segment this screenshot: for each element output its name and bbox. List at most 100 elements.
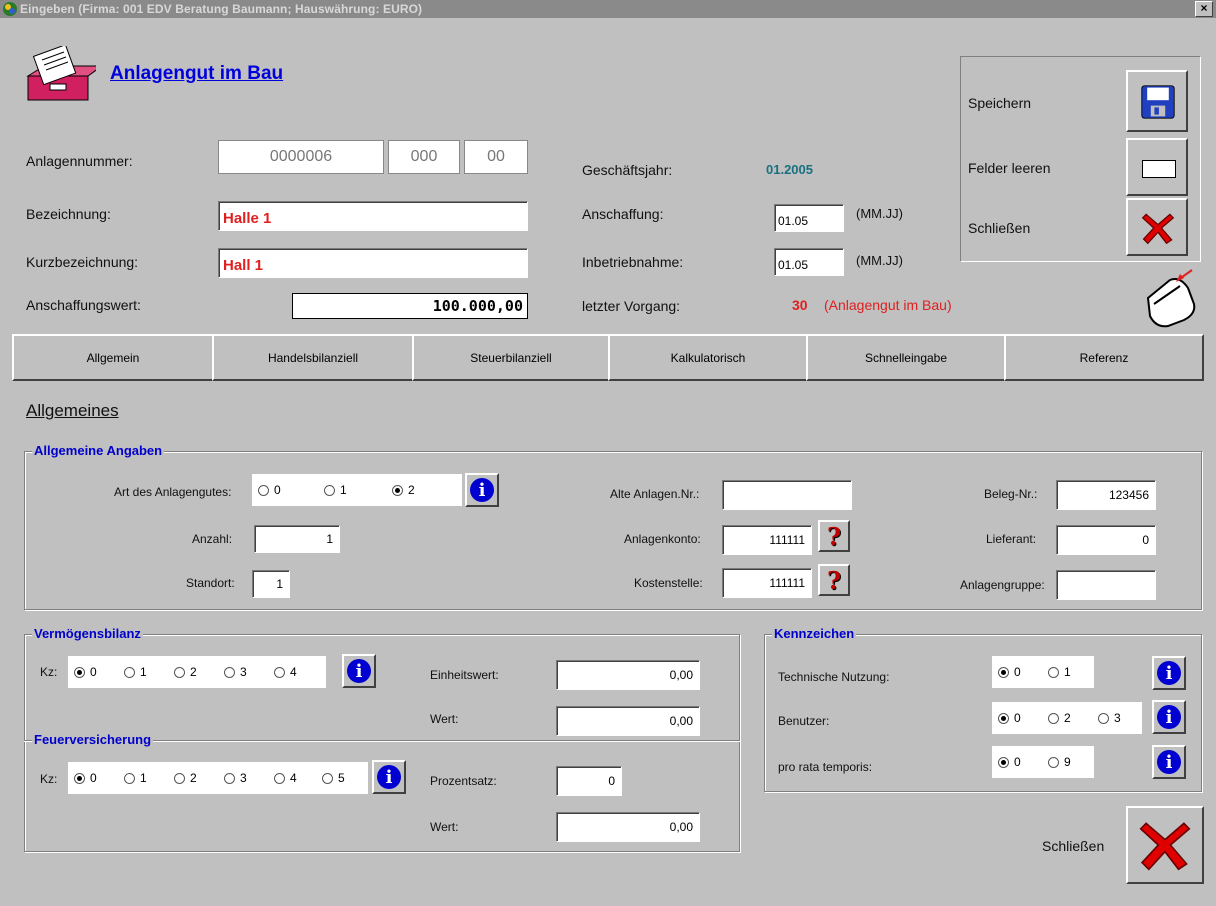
tab-schnelleingabe[interactable]: Schnelleingabe	[806, 334, 1006, 381]
section-title: Allgemeines	[26, 401, 119, 420]
standort-label: Standort:	[186, 576, 235, 590]
vermoegen-kz-radio-3[interactable]: 3	[224, 665, 247, 679]
footer-schliessen-label: Schließen	[1042, 838, 1105, 854]
tab-referenz[interactable]: Referenz	[1004, 334, 1204, 381]
anschaffung-input[interactable]: 01.05	[774, 204, 844, 232]
benutzer-label: Benutzer:	[778, 714, 830, 728]
vermoegen-kz-radio-0[interactable]: 0	[74, 665, 97, 679]
tab-handelsbilanziell[interactable]: Handelsbilanziell	[212, 334, 414, 381]
feuerversicherung-legend: Feuerversicherung	[32, 732, 154, 747]
technische-nutzung-info-button[interactable]: i	[1152, 656, 1186, 690]
alte-anlagen-input[interactable]	[722, 480, 852, 510]
feuer-kz-radio-2[interactable]: 2	[174, 771, 197, 785]
inbetriebnahme-input[interactable]: 01.05	[774, 248, 844, 276]
anlagennummer-field-2[interactable]: 000	[388, 140, 460, 174]
kennzeichen-legend: Kennzeichen	[772, 626, 857, 641]
kostenstelle-label: Kostenstelle:	[634, 576, 703, 590]
footer-close-button[interactable]	[1126, 806, 1204, 884]
anschaffungswert-label: Anschaffungswert:	[26, 297, 141, 313]
beleg-input[interactable]: 123456	[1056, 480, 1156, 510]
benutzer-info-button[interactable]: i	[1152, 700, 1186, 734]
art-info-button[interactable]: i	[465, 473, 499, 507]
anschaffungswert-input[interactable]: 100.000,00	[292, 293, 528, 319]
feuer-kz-label: Kz:	[40, 772, 58, 786]
speichern-label: Speichern	[968, 95, 1032, 111]
geschaeftsjahr-label: Geschäftsjahr:	[582, 162, 673, 178]
bezeichnung-label: Bezeichnung:	[26, 206, 111, 222]
question-mark-icon: ?	[826, 521, 842, 551]
app-icon	[3, 2, 17, 16]
letzter-vorgang-label: letzter Vorgang:	[582, 298, 681, 314]
kostenstelle-lookup-button[interactable]: ?	[818, 564, 850, 596]
info-icon: i	[1157, 661, 1181, 685]
art-radio-1[interactable]: 1	[324, 483, 347, 497]
technische-nutzung-radio-1[interactable]: 1	[1048, 665, 1071, 679]
inbetriebnahme-label: Inbetriebnahme:	[582, 254, 684, 270]
anlagengruppe-label: Anlagengruppe:	[960, 578, 1045, 592]
title-bar: Eingeben (Firma: 001 EDV Beratung Bauman…	[0, 0, 1216, 18]
benutzer-radio-0[interactable]: 0	[998, 711, 1021, 725]
pro-rata-info-button[interactable]: i	[1152, 745, 1186, 779]
anlagengruppe-input[interactable]	[1056, 570, 1156, 600]
vermoegen-kz-radio-4[interactable]: 4	[274, 665, 297, 679]
benutzer-radio-2[interactable]: 2	[1048, 711, 1071, 725]
benutzer-radio-3[interactable]: 3	[1098, 711, 1121, 725]
anzahl-label: Anzahl:	[192, 532, 233, 546]
clear-fields-button[interactable]	[1126, 138, 1188, 196]
art-radio-group: 0 1 2	[252, 474, 462, 506]
vermoegen-wert-input[interactable]: 0,00	[556, 706, 700, 736]
standort-input[interactable]: 1	[252, 570, 290, 598]
kurzbezeichnung-label: Kurzbezeichnung:	[26, 254, 139, 270]
vermoegen-kz-radio-1[interactable]: 1	[124, 665, 147, 679]
kurzbezeichnung-input[interactable]: Hall 1	[218, 248, 528, 278]
alte-anlagen-label: Alte Anlagen.Nr.:	[610, 487, 700, 501]
pro-rata-radio-9[interactable]: 9	[1048, 755, 1071, 769]
anschaffung-format-hint: (MM.JJ)	[856, 206, 903, 221]
window-close-button[interactable]: ×	[1195, 1, 1213, 17]
lieferant-input[interactable]: 0	[1056, 525, 1156, 555]
anlagennummer-field-3[interactable]: 00	[464, 140, 528, 174]
anlagennummer-field-1[interactable]: 0000006	[218, 140, 384, 174]
feuer-kz-radio-1[interactable]: 1	[124, 771, 147, 785]
floppy-disk-icon	[1141, 85, 1175, 119]
feuer-kz-radio-group: 0 1 2 3 4 5	[68, 762, 368, 794]
feuer-kz-radio-0[interactable]: 0	[74, 771, 97, 785]
page-title: Anlagengut im Bau	[110, 63, 284, 84]
bezeichnung-input[interactable]: Halle 1	[218, 201, 528, 231]
pro-rata-radio-0[interactable]: 0	[998, 755, 1021, 769]
close-button[interactable]	[1126, 198, 1188, 256]
inbetriebnahme-format-hint: (MM.JJ)	[856, 253, 903, 268]
vermoegen-kz-radio-2[interactable]: 2	[174, 665, 197, 679]
anlagennummer-label: Anlagennummer:	[26, 153, 133, 169]
tab-allgemein[interactable]: Allgemein	[12, 334, 214, 381]
feuer-kz-radio-5[interactable]: 5	[322, 771, 345, 785]
lieferant-label: Lieferant:	[986, 532, 1037, 546]
anlagenkonto-input[interactable]: 111111	[722, 525, 812, 555]
feuer-wert-input[interactable]: 0,00	[556, 812, 700, 842]
save-button[interactable]	[1126, 70, 1188, 132]
vermoegen-info-button[interactable]: i	[342, 654, 376, 688]
art-label: Art des Anlagengutes:	[114, 485, 232, 499]
feuer-kz-radio-4[interactable]: 4	[274, 771, 297, 785]
kostenstelle-input[interactable]: 111111	[722, 568, 812, 598]
einheitswert-label: Einheitswert:	[430, 668, 499, 682]
anzahl-input[interactable]: 1	[254, 525, 340, 553]
info-icon: i	[377, 765, 401, 789]
mouse-icon	[1146, 269, 1196, 328]
red-x-icon	[1141, 213, 1175, 245]
technische-nutzung-radio-0[interactable]: 0	[998, 665, 1021, 679]
art-radio-2[interactable]: 2	[392, 483, 415, 497]
art-radio-0[interactable]: 0	[258, 483, 281, 497]
feuer-kz-radio-3[interactable]: 3	[224, 771, 247, 785]
benutzer-radio-group: 0 2 3	[992, 702, 1142, 734]
bezeichnung-value: Halle 1	[223, 210, 272, 227]
prozentsatz-input[interactable]: 0	[556, 766, 622, 796]
vermoegensbilanz-legend: Vermögensbilanz	[32, 626, 143, 641]
vermoegen-wert-label: Wert:	[430, 712, 459, 726]
feuer-info-button[interactable]: i	[372, 760, 406, 794]
anlagenkonto-lookup-button[interactable]: ?	[818, 520, 850, 552]
einheitswert-input[interactable]: 0,00	[556, 660, 700, 690]
tab-kalkulatorisch[interactable]: Kalkulatorisch	[608, 334, 808, 381]
info-icon: i	[1157, 705, 1181, 729]
tab-steuerbilanziell[interactable]: Steuerbilanziell	[412, 334, 610, 381]
